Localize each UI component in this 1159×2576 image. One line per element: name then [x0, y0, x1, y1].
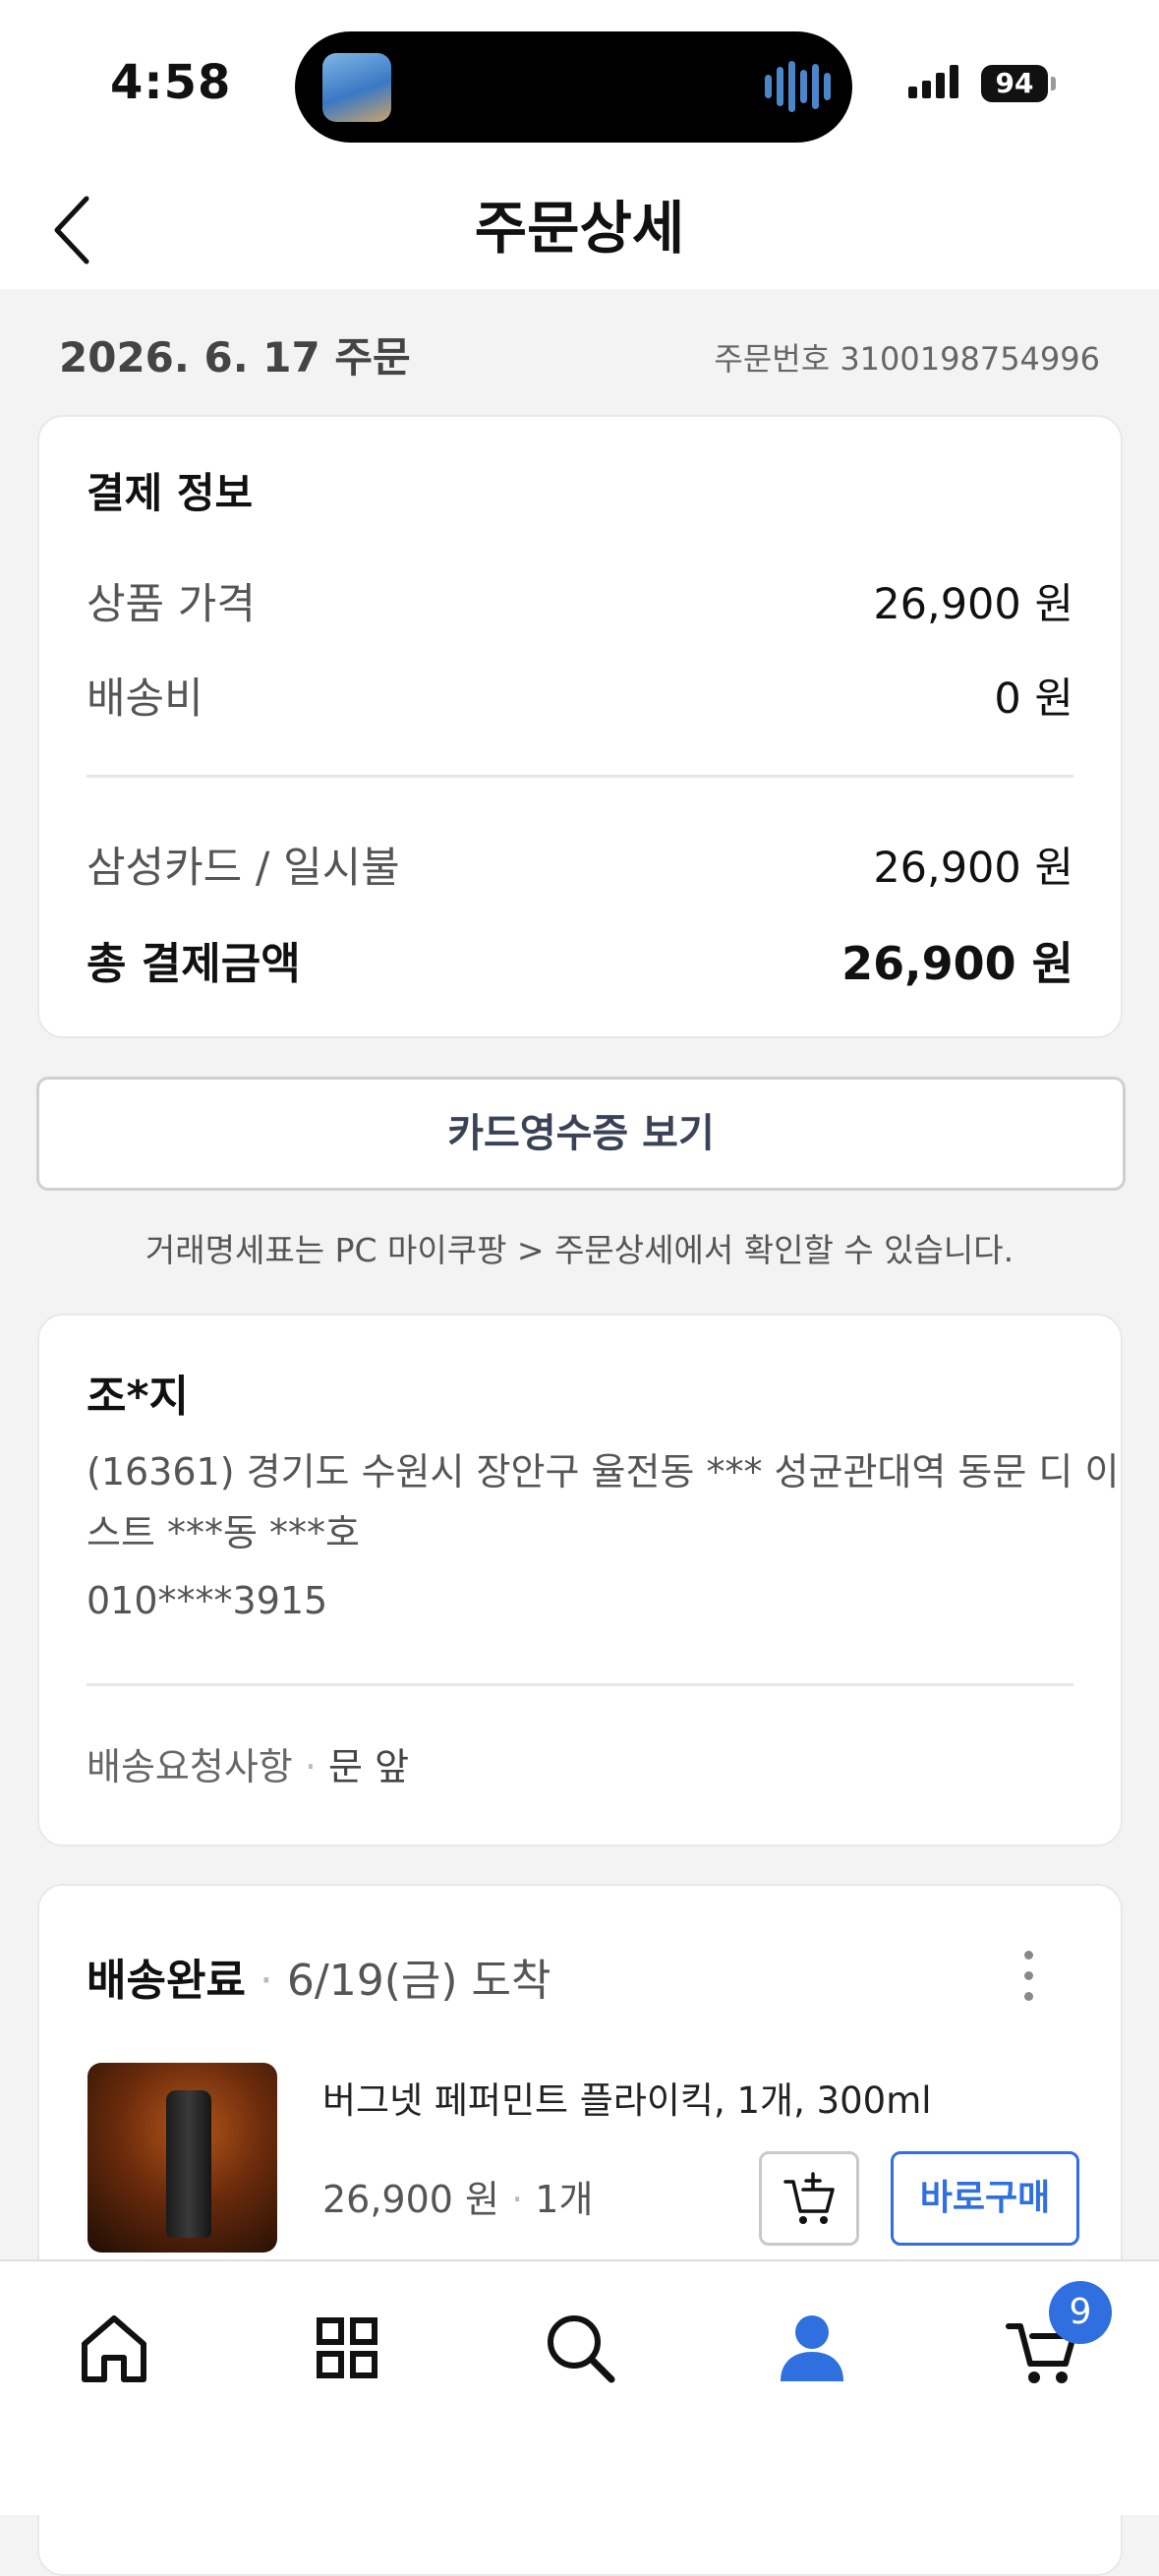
tab-search[interactable]: [533, 2301, 627, 2395]
battery-tip: [1051, 77, 1056, 90]
add-to-cart-button[interactable]: [759, 2151, 859, 2246]
arrival-date: 6/19(금) 도착: [286, 1956, 551, 2006]
status-time: 4:58: [110, 55, 232, 110]
product-quantity: 1개: [535, 2178, 594, 2221]
separator-dot: ·: [511, 2178, 524, 2221]
more-options-icon[interactable]: [1024, 1951, 1033, 2013]
payment-info-title: 결제 정보: [87, 469, 254, 517]
delivery-address-card: 조*지 (16361) 경기도 수원시 장안구 율전동 *** 성균관대역 동문…: [37, 1314, 1123, 1846]
product-price-qty: 26,900 원 · 1개: [322, 2169, 593, 2223]
user-icon: [781, 2315, 843, 2381]
address-line-2: 스트 ***동 ***호: [87, 1511, 360, 1554]
divider: [87, 1683, 1073, 1686]
shipping-fee-value: 0 원: [994, 674, 1073, 724]
separator-dot: ·: [304, 1745, 317, 1788]
cart-plus-icon: [783, 2172, 835, 2224]
cart-count-badge: 9: [1049, 2281, 1112, 2344]
buy-now-button[interactable]: 바로구매: [891, 2151, 1079, 2246]
product-bottle: [166, 2090, 211, 2238]
product-image[interactable]: [87, 2063, 277, 2253]
search-icon: [548, 2315, 615, 2383]
card-payment-label: 삼성카드 / 일시불: [87, 844, 400, 893]
receipt-notice: 거래명세표는 PC 마이쿠팡 > 주문상세에서 확인할 수 있습니다.: [145, 1231, 1014, 1269]
shipment-status: 배송완료: [87, 1956, 246, 2006]
audio-wave-icon: [765, 61, 836, 112]
separator-dot: ·: [259, 1956, 273, 2006]
order-number: 주문번호 3100198754996: [714, 340, 1100, 378]
delivery-request-value: 문 앞: [328, 1745, 410, 1788]
item-price-label: 상품 가격: [87, 580, 256, 629]
order-date: 2026. 6. 17 주문: [59, 333, 411, 381]
delivery-request: 배송요청사항 · 문 앞: [87, 1736, 409, 1790]
home-icon: [82, 2315, 146, 2382]
bottom-tab-bar: [0, 2259, 1159, 2515]
grid-icon: [317, 2317, 377, 2378]
recipient-phone: 010****3915: [87, 1579, 328, 1622]
address-line-1: (16361) 경기도 수원시 장안구 율전동 *** 성균관대역 동문 디 이: [87, 1450, 1120, 1493]
item-price-value: 26,900 원: [873, 580, 1073, 629]
now-playing-thumbnail: [322, 53, 391, 122]
header: 주문상세: [0, 167, 1159, 289]
tab-home[interactable]: [67, 2301, 161, 2395]
page-title: 주문상세: [474, 195, 685, 262]
card-payment-value: 26,900 원: [873, 844, 1073, 893]
delivery-request-label: 배송요청사항: [87, 1745, 293, 1788]
payment-info-card: 결제 정보 상품 가격 26,900 원 배송비 0 원 삼성카드 / 일시불 …: [37, 415, 1123, 1038]
tab-my-page[interactable]: [765, 2301, 859, 2395]
shipment-status-line: 배송완료 · 6/19(금) 도착: [87, 1945, 551, 2008]
recipient-name: 조*지: [87, 1372, 189, 1422]
dynamic-island: [295, 31, 852, 143]
divider: [87, 775, 1073, 778]
product-price: 26,900 원: [322, 2178, 500, 2221]
total-amount-label: 총 결제금액: [87, 939, 301, 989]
battery-icon: 94: [981, 65, 1048, 102]
shipping-fee-label: 배송비: [87, 674, 203, 724]
signal-icon: [908, 65, 963, 98]
status-bar: 4:58 94: [0, 0, 1159, 167]
total-amount-value: 26,900 원: [841, 937, 1073, 990]
tab-categories[interactable]: [300, 2301, 394, 2395]
product-name[interactable]: 버그넷 페퍼민트 플라이킥, 1개, 300ml: [322, 2071, 932, 2124]
card-receipt-button[interactable]: 카드영수증 보기: [36, 1077, 1126, 1191]
